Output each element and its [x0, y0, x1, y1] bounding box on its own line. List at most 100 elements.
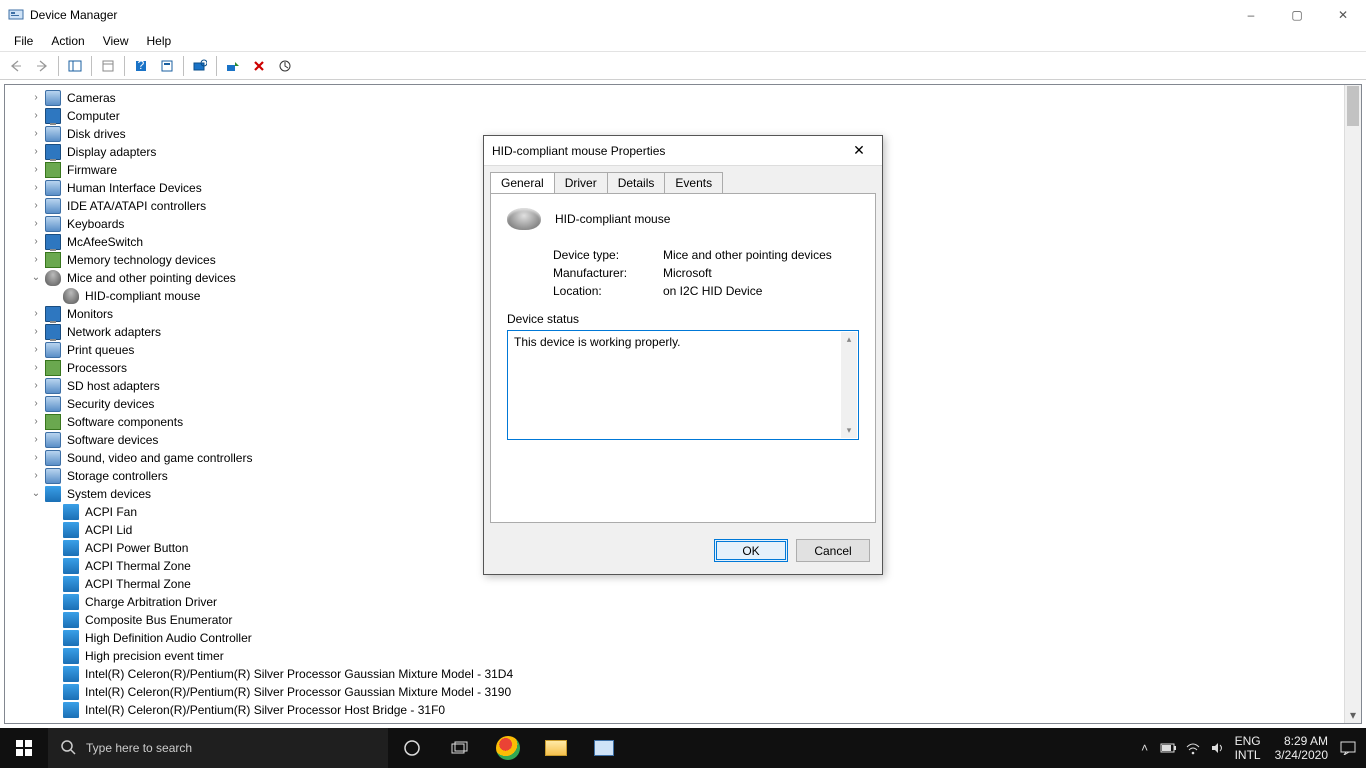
tree-node[interactable]: High Definition Audio Controller	[11, 629, 1361, 647]
close-button[interactable]: ✕	[1320, 0, 1366, 30]
tree-node-label: Mice and other pointing devices	[65, 269, 238, 287]
expand-icon[interactable]: ›	[29, 413, 43, 431]
nav-forward-button[interactable]	[30, 55, 54, 77]
dialog-close-button[interactable]: ✕	[844, 136, 874, 166]
expand-icon[interactable]: ›	[29, 431, 43, 449]
scan-hardware-button[interactable]	[188, 55, 212, 77]
expand-icon[interactable]: ›	[29, 251, 43, 269]
tab-general[interactable]: General	[490, 172, 555, 193]
enable-device-button[interactable]	[221, 55, 245, 77]
expand-icon[interactable]: ›	[29, 359, 43, 377]
device-icon	[45, 252, 61, 268]
device-status-box[interactable]: This device is working properly. ▴ ▾	[507, 330, 859, 440]
device-icon	[45, 360, 61, 376]
tab-details[interactable]: Details	[607, 172, 666, 193]
properties-button[interactable]	[96, 55, 120, 77]
menu-action[interactable]: Action	[43, 32, 92, 50]
expand-icon[interactable]: ›	[29, 215, 43, 233]
clock[interactable]: 8:29 AM 3/24/2020	[1267, 734, 1336, 762]
tree-node-label: Network adapters	[65, 323, 163, 341]
tree-node[interactable]: ›Cameras	[11, 89, 1361, 107]
tree-node-label: System devices	[65, 485, 153, 503]
start-button[interactable]	[0, 728, 48, 768]
dialog-titlebar[interactable]: HID-compliant mouse Properties ✕	[484, 136, 882, 166]
expand-icon[interactable]: ›	[29, 305, 43, 323]
expand-icon[interactable]: ›	[29, 107, 43, 125]
tree-node[interactable]: Charge Arbitration Driver	[11, 593, 1361, 611]
vertical-scrollbar[interactable]: ▴ ▾	[1344, 85, 1361, 723]
language-indicator[interactable]: ENG INTL	[1229, 734, 1267, 762]
tree-node-label: Keyboards	[65, 215, 126, 233]
expand-icon[interactable]: ›	[29, 377, 43, 395]
tree-node-label: High Definition Audio Controller	[83, 629, 254, 647]
menu-file[interactable]: File	[6, 32, 41, 50]
taskbar-app-explorer[interactable]	[532, 728, 580, 768]
nav-back-button[interactable]	[4, 55, 28, 77]
expand-icon[interactable]: ›	[29, 233, 43, 251]
minimize-button[interactable]: –	[1228, 0, 1274, 30]
update-driver-button[interactable]	[273, 55, 297, 77]
expand-icon[interactable]: ›	[29, 449, 43, 467]
expand-icon[interactable]: ›	[29, 467, 43, 485]
device-status-text: This device is working properly.	[514, 335, 681, 349]
scroll-thumb[interactable]	[1347, 86, 1359, 126]
taskbar-app-chrome[interactable]	[484, 728, 532, 768]
expand-icon[interactable]: ›	[29, 323, 43, 341]
expand-icon[interactable]: ›	[29, 179, 43, 197]
tree-node[interactable]: High precision event timer	[11, 647, 1361, 665]
collapse-icon[interactable]: ⌄	[29, 485, 43, 503]
tree-node[interactable]: Intel(R) Celeron(R)/Pentium(R) Silver Pr…	[11, 683, 1361, 701]
tab-driver[interactable]: Driver	[554, 172, 608, 193]
tree-node[interactable]: ACPI Thermal Zone	[11, 575, 1361, 593]
tree-node[interactable]: Intel(R) Celeron(R)/Pentium(R) Silver Pr…	[11, 701, 1361, 719]
device-icon	[45, 198, 61, 214]
cancel-button[interactable]: Cancel	[796, 539, 870, 562]
svg-text:?: ?	[138, 59, 145, 72]
expand-icon[interactable]: ›	[29, 197, 43, 215]
ok-button[interactable]: OK	[714, 539, 788, 562]
maximize-button[interactable]: ▢	[1274, 0, 1320, 30]
volume-icon[interactable]	[1205, 728, 1229, 768]
battery-icon[interactable]	[1157, 728, 1181, 768]
device-icon	[63, 288, 79, 304]
uninstall-device-button[interactable]	[247, 55, 271, 77]
tree-node-label: Memory technology devices	[65, 251, 218, 269]
taskbar: Type here to search ˄ ENG INTL 8:29 AM 3…	[0, 728, 1366, 768]
device-icon	[63, 648, 79, 664]
tree-node-label: Monitors	[65, 305, 115, 323]
tray-overflow-icon[interactable]: ˄	[1133, 728, 1157, 768]
collapse-icon[interactable]: ⌄	[29, 269, 43, 287]
action-center-icon[interactable]	[1336, 728, 1360, 768]
menu-help[interactable]: Help	[139, 32, 180, 50]
device-icon	[63, 576, 79, 592]
expand-icon[interactable]: ›	[29, 125, 43, 143]
tree-node[interactable]: Composite Bus Enumerator	[11, 611, 1361, 629]
status-scrollbar[interactable]: ▴ ▾	[841, 332, 857, 438]
tree-node-label: Sound, video and game controllers	[65, 449, 254, 467]
action-button[interactable]	[155, 55, 179, 77]
wifi-icon[interactable]	[1181, 728, 1205, 768]
task-view-button[interactable]	[436, 728, 484, 768]
help-button[interactable]: ?	[129, 55, 153, 77]
show-hide-tree-button[interactable]	[63, 55, 87, 77]
cortana-button[interactable]	[388, 728, 436, 768]
expand-icon[interactable]: ›	[29, 341, 43, 359]
device-icon	[45, 270, 61, 286]
taskbar-app-device-manager[interactable]	[580, 728, 628, 768]
taskbar-search[interactable]: Type here to search	[48, 728, 388, 768]
scroll-down-icon[interactable]: ▾	[1345, 706, 1361, 723]
device-icon	[63, 522, 79, 538]
tree-node[interactable]: ›Computer	[11, 107, 1361, 125]
expand-icon[interactable]: ›	[29, 89, 43, 107]
tab-events[interactable]: Events	[664, 172, 723, 193]
dialog-title: HID-compliant mouse Properties	[492, 144, 844, 158]
expand-icon[interactable]: ›	[29, 143, 43, 161]
tree-node-label: McAfeeSwitch	[65, 233, 145, 251]
device-icon	[45, 216, 61, 232]
expand-icon[interactable]: ›	[29, 161, 43, 179]
window-titlebar: Device Manager – ▢ ✕	[0, 0, 1366, 30]
expand-icon[interactable]: ›	[29, 395, 43, 413]
menu-view[interactable]: View	[95, 32, 137, 50]
device-icon	[45, 414, 61, 430]
tree-node[interactable]: Intel(R) Celeron(R)/Pentium(R) Silver Pr…	[11, 665, 1361, 683]
